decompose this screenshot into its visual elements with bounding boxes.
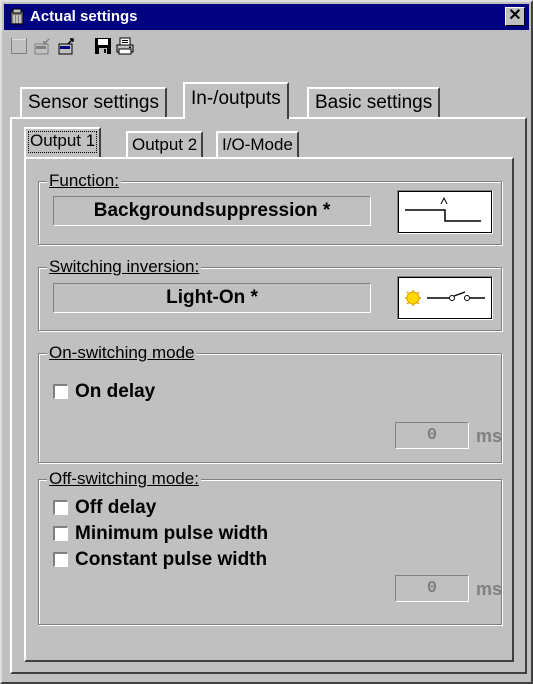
write-to-device-icon — [58, 38, 74, 55]
minimum-pulse-width-checkbox[interactable] — [53, 526, 68, 541]
constant-pulse-width-checkbox[interactable] — [53, 552, 68, 567]
on-delay-unit: ms — [476, 426, 503, 446]
constant-pulse-width-label: Constant pulse width — [75, 549, 268, 570]
switching-inversion-label: Switching inversion: — [47, 257, 202, 277]
read-button[interactable] — [32, 35, 54, 57]
save-icon — [95, 38, 111, 54]
in-outputs-panel: Output 1 Output 2 I/O-Mode Function: Bac… — [10, 117, 527, 674]
on-delay-checkbox[interactable] — [53, 384, 68, 399]
tab-output-1[interactable]: Output 1 — [24, 127, 102, 157]
read-from-device-icon — [34, 38, 50, 55]
print-icon — [116, 37, 134, 55]
tab-label: In-/outputs — [191, 88, 281, 109]
minimum-pulse-width-label: Minimum pulse width — [75, 523, 269, 544]
output-1-panel: Function: Backgroundsuppression * Switch… — [24, 157, 514, 662]
function-diagram — [397, 190, 493, 234]
tab-label: I/O-Mode — [222, 135, 293, 154]
switching-inversion-diagram — [397, 276, 493, 320]
tab-io-mode[interactable]: I/O-Mode — [216, 131, 299, 157]
function-value[interactable]: Backgroundsuppression * — [53, 196, 371, 226]
close-button[interactable]: ✕ — [505, 7, 525, 26]
print-button[interactable] — [114, 35, 136, 57]
title-bar[interactable]: Actual settings ✕ — [4, 4, 529, 30]
tab-output-2[interactable]: Output 2 — [126, 131, 204, 157]
off-delay-value-field[interactable]: 0 — [395, 575, 469, 602]
tab-basic-settings[interactable]: Basic settings — [307, 87, 441, 117]
off-delay-checkbox[interactable] — [53, 500, 68, 515]
on-switching-mode-group: On-switching mode On delay 0 ms — [38, 343, 503, 463]
write-button[interactable] — [56, 35, 78, 57]
tab-label: Basic settings — [315, 92, 433, 113]
off-delay-label: Off delay — [75, 497, 157, 518]
off-delay-unit: ms — [476, 579, 503, 599]
off-switching-mode-label: Off-switching mode: — [47, 469, 201, 489]
close-icon: ✕ — [508, 7, 522, 24]
tab-label: Output 1 — [30, 131, 96, 150]
switching-inversion-value[interactable]: Light-On * — [53, 283, 371, 313]
switching-inversion-group: Switching inversion: Light-On * — [38, 257, 502, 331]
tab-label: Sensor settings — [28, 92, 159, 113]
tab-sensor-settings[interactable]: Sensor settings — [20, 87, 167, 117]
window-title: Actual settings — [30, 8, 138, 25]
tab-in-outputs[interactable]: In-/outputs — [183, 82, 289, 119]
save-button[interactable] — [92, 35, 114, 57]
function-group: Function: Backgroundsuppression * — [38, 171, 502, 245]
app-icon — [10, 8, 24, 25]
off-switching-mode-group: Off-switching mode: Off delay Minimum pu… — [38, 469, 503, 625]
function-label: Function: — [47, 171, 121, 191]
new-icon — [11, 38, 27, 54]
tab-label: Output 2 — [132, 135, 198, 154]
background-suppression-icon — [405, 196, 481, 222]
on-delay-label: On delay — [75, 381, 156, 402]
on-switching-mode-label: On-switching mode — [47, 343, 197, 363]
light-on-icon — [405, 290, 485, 306]
on-delay-value-field[interactable]: 0 — [395, 422, 469, 449]
actual-settings-window: Actual settings ✕ Sensor settings In-/ou… — [0, 0, 533, 684]
new-button[interactable] — [8, 35, 30, 57]
